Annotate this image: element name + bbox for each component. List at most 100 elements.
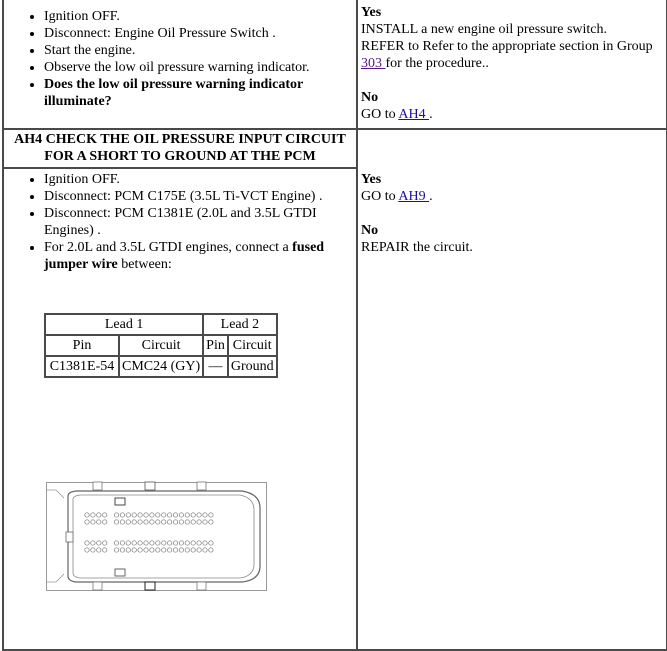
connector-pin	[161, 519, 167, 525]
yes-action-suffix: .	[429, 189, 433, 204]
step-text: For 2.0L and 3.5L GTDI engines, connect …	[44, 240, 293, 255]
connector-pin	[102, 540, 108, 546]
connector-pin	[102, 512, 108, 518]
connector-pin	[96, 547, 102, 553]
connector-pin	[202, 512, 208, 518]
step-item: For 2.0L and 3.5L GTDI engines, connect …	[44, 239, 356, 273]
group-303-link[interactable]: 303	[361, 56, 386, 71]
connector-pin	[149, 540, 155, 546]
connector-pin	[96, 519, 102, 525]
yes-label: Yes	[361, 5, 382, 20]
step-heading-row: AH4 CHECK THE OIL PRESSURE INPUT CIRCUIT…	[2, 128, 667, 651]
connector-pin	[208, 512, 214, 518]
connector-pin	[90, 540, 96, 546]
connector-pin	[149, 547, 155, 553]
step-item: Ignition OFF.	[44, 8, 356, 25]
no-label: No	[361, 223, 379, 238]
connector-pin	[90, 512, 96, 518]
connector-icon	[46, 481, 267, 591]
connector-pin	[149, 519, 155, 525]
connector-pin	[202, 547, 208, 553]
connector-pin	[184, 512, 190, 518]
connector-pin	[155, 512, 161, 518]
connector-pin	[184, 519, 190, 525]
pin-table: Lead 1 Lead 2 Pin Circuit Pin Circuit C1…	[43, 313, 278, 378]
column-header: Pin	[44, 334, 120, 357]
connector-pin	[167, 519, 173, 525]
connector-pin	[178, 512, 184, 518]
connector-pin	[190, 519, 196, 525]
column-header: Circuit	[226, 334, 278, 357]
ah4-link[interactable]: AH4	[398, 107, 429, 122]
connector-pin	[125, 540, 131, 546]
column-header: Pin	[202, 334, 229, 357]
connector-pin	[190, 540, 196, 546]
pin-table-group-header: Lead 1 Lead 2	[43, 313, 278, 336]
connector-pin	[131, 540, 137, 546]
connector-pin	[196, 547, 202, 553]
connector-pin	[202, 540, 208, 546]
step-item: Ignition OFF.	[44, 171, 356, 188]
yes-label: Yes	[361, 172, 382, 187]
connector-pin	[202, 519, 208, 525]
pcm-connector-diagram	[46, 478, 268, 594]
yes-refer-text: REFER to Refer to the appropriate sectio…	[361, 39, 653, 54]
step-list: Ignition OFF. Disconnect: PCM C175E (3.5…	[4, 171, 356, 273]
connector-pin	[90, 519, 96, 525]
connector-pin	[96, 512, 102, 518]
connector-pin	[137, 540, 143, 546]
connector-pin	[131, 512, 137, 518]
connector-pin	[84, 540, 90, 546]
connector-pin	[190, 512, 196, 518]
step-row-ah3: Ignition OFF. Disconnect: Engine Oil Pre…	[2, 0, 667, 130]
step-item: Observe the low oil pressure warning ind…	[44, 59, 356, 76]
no-label: No	[361, 90, 379, 105]
connector-pin	[143, 512, 149, 518]
connector-pin	[113, 540, 120, 546]
connector-pin	[102, 519, 108, 525]
connector-pin	[131, 547, 137, 553]
connector-pin	[161, 512, 167, 518]
table-cell: Ground	[226, 355, 278, 378]
table-row: C1381E-54 CMC24 (GY) — Ground	[44, 355, 278, 378]
connector-pin	[102, 547, 108, 553]
connector-pin	[184, 540, 190, 546]
yes-action: INSTALL a new engine oil pressure switch…	[361, 22, 608, 37]
connector-pin	[196, 512, 202, 518]
action-cell: Ignition OFF. Disconnect: Engine Oil Pre…	[2, 0, 358, 130]
step-item: Start the engine.	[44, 42, 356, 59]
connector-pin	[125, 512, 131, 518]
connector-pin	[196, 540, 202, 546]
step-item: Disconnect: PCM C1381E (2.0L and 3.5L GT…	[44, 205, 356, 239]
ah9-link[interactable]: AH9	[398, 189, 429, 204]
connector-pin	[161, 547, 167, 553]
connector-pin	[161, 540, 167, 546]
table-cell: C1381E-54	[44, 355, 120, 378]
connector-pin	[119, 519, 125, 525]
pin-table-column-header: Pin Circuit Pin Circuit	[44, 334, 278, 357]
connector-pin	[131, 519, 137, 525]
connector-pin	[155, 540, 161, 546]
connector-pin	[167, 512, 173, 518]
step-item: Disconnect: PCM C175E (3.5L Ti-VCT Engin…	[44, 188, 356, 205]
connector-pin	[184, 547, 190, 553]
connector-pin	[167, 540, 173, 546]
connector-pin	[155, 519, 161, 525]
connector-pin	[172, 519, 179, 525]
step-item: Disconnect: Engine Oil Pressure Switch .	[44, 25, 356, 42]
connector-pin	[113, 512, 120, 518]
no-action: GO to AH4 .	[361, 106, 666, 123]
connector-pin	[178, 547, 184, 553]
connector-pin	[84, 547, 90, 553]
yes-refer-suffix: for the procedure..	[385, 56, 489, 71]
step-heading-ah4: AH4 CHECK THE OIL PRESSURE INPUT CIRCUIT…	[14, 132, 346, 164]
connector-pin	[137, 547, 143, 553]
no-action: REPAIR the circuit.	[361, 240, 473, 255]
lead-2-header: Lead 2	[202, 313, 278, 336]
yes-action: GO to AH9 .	[361, 188, 666, 205]
heading-cell: AH4 CHECK THE OIL PRESSURE INPUT CIRCUIT…	[2, 128, 358, 169]
connector-pin	[125, 547, 131, 553]
diagnostic-page: Ignition OFF. Disconnect: Engine Oil Pre…	[2, 0, 667, 651]
connector-pin	[119, 512, 125, 518]
connector-pin	[113, 519, 120, 525]
